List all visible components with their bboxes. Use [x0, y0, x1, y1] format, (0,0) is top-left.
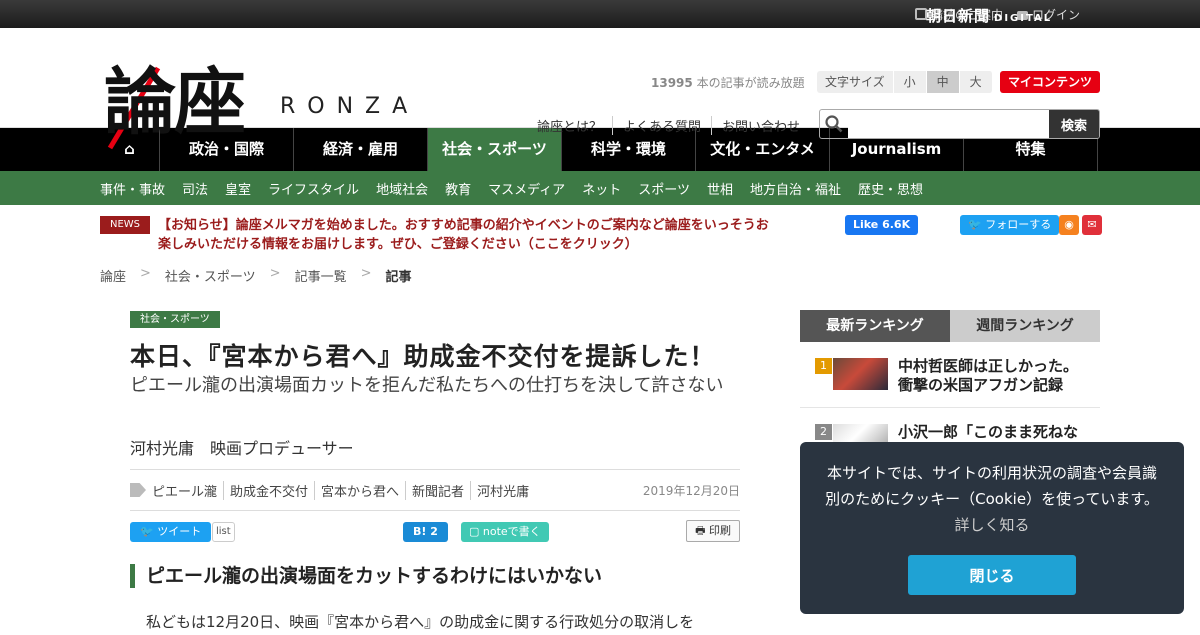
contact-link[interactable]: お問い合わせ [711, 116, 810, 135]
breadcrumb-separator-icon: > [360, 266, 372, 281]
subnav-item[interactable]: ライフスタイル [268, 179, 359, 198]
subnav-item[interactable]: 歴史・思想 [858, 179, 923, 198]
share-bar: 🐦 ツイート list B! 2 ▢ noteで書く 🖶 印刷 [130, 520, 740, 542]
tag-link[interactable]: 新聞記者 [405, 480, 470, 500]
subnav-item[interactable]: ネット [582, 179, 621, 198]
subnav-item[interactable]: 世相 [707, 179, 733, 198]
search-input[interactable] [848, 110, 1049, 138]
article-title: 本日、『宮本から君へ』助成金不交付を提訴した！ [130, 342, 716, 371]
font-size-medium-button[interactable]: 中 [926, 71, 960, 93]
section-heading: ピエール瀧の出演場面をカットするわけにはいかない [130, 564, 602, 588]
cookie-text: 本サイトでは、サイトの利用状況の調査や会員識別のためにクッキー（Cookie）を… [825, 464, 1159, 508]
article-subtitle: ピエール瀧の出演場面カットを拒んだ私たちへの仕打ちを決して許さない [130, 375, 724, 396]
cookie-more-link[interactable]: 詳しく知る [954, 516, 1029, 534]
subnav-item[interactable]: 皇室 [225, 179, 251, 198]
gnav-item[interactable]: 経済・雇用 [294, 128, 428, 171]
subnav-item[interactable]: 司法 [182, 179, 208, 198]
tag-link[interactable]: 河村光庸 [470, 480, 535, 500]
article-date: 2019年12月20日 [642, 483, 740, 498]
search-button[interactable]: 検索 [1049, 110, 1099, 138]
asahi-digital-logo[interactable]: 朝日新聞 DIGITAL [926, 5, 1052, 26]
my-contents-button[interactable]: マイコンテンツ [1000, 71, 1101, 93]
hatena-bookmark-button[interactable]: B! 2 [403, 522, 448, 542]
subnav-item[interactable]: スポーツ [638, 179, 690, 198]
breadcrumb-separator-icon: > [140, 266, 151, 281]
article-author[interactable]: 河村光庸 映画プロデューサー [130, 435, 354, 459]
rss-icon[interactable]: ◉ [1059, 215, 1079, 235]
cookie-message: 本サイトでは、サイトの利用状況の調査や会員識別のためにクッキー（Cookie）を… [820, 460, 1164, 538]
twitter-follow-button[interactable]: 🐦 フォローする [960, 215, 1060, 235]
note-label: noteで書く [482, 525, 541, 538]
cookie-banner: 本サイトでは、サイトの利用状況の調査や会員識別のためにクッキー（Cookie）を… [800, 442, 1184, 614]
ranking-item[interactable]: 1 中村哲医師は正しかった。衝撃の米国アフガン記録 [800, 342, 1100, 408]
search-icon [820, 110, 848, 138]
article-tags: ピエール瀧 助成金不交付 宮本から君へ 新聞記者 河村光庸 2019年12月20… [130, 469, 740, 511]
ranking-tabs: 最新ランキング 週間ランキング [800, 310, 1100, 342]
tab-latest-ranking[interactable]: 最新ランキング [800, 310, 950, 342]
faq-link[interactable]: よくある質問 [612, 116, 711, 135]
breadcrumb-home[interactable]: 論座 [100, 266, 126, 285]
twitter-follow-label: フォローする [985, 218, 1052, 231]
news-text[interactable]: 【お知らせ】論座メルマガを始めました。おすすめ記事の紹介やイベントのご案内など論… [158, 216, 780, 254]
article-category[interactable]: 社会・スポーツ [130, 311, 220, 328]
site-logo[interactable]: 論座 [104, 64, 246, 140]
cookie-close-button[interactable]: 閉じる [908, 555, 1076, 595]
breadcrumb-category[interactable]: 社会・スポーツ [165, 266, 256, 285]
news-badge: NEWS [100, 216, 151, 234]
header-links: 論座とは？ よくある質問 お問い合わせ [537, 116, 810, 135]
tweet-label: ツイート [157, 525, 202, 538]
subnav-item[interactable]: 地域社会 [376, 179, 428, 198]
breadcrumb-current: 記事 [385, 270, 412, 285]
mail-icon[interactable]: ✉ [1082, 215, 1102, 235]
subnav-item[interactable]: 教育 [445, 179, 471, 198]
top-bar: 購読のご案内 ログイン 朝日新聞 DIGITAL [0, 0, 1200, 28]
subnav-item[interactable]: マスメディア [488, 179, 565, 198]
font-size-label: 文字サイズ [817, 71, 894, 93]
ranking-title[interactable]: 中村哲医師は正しかった。衝撃の米国アフガン記録 [898, 357, 1088, 395]
font-size-large-button[interactable]: 大 [959, 71, 993, 93]
tag-icon [130, 483, 146, 497]
font-size-selector: 文字サイズ 小 中 大 [817, 71, 993, 93]
tag-link[interactable]: 宮本から君へ [314, 480, 405, 500]
ranking-number: 1 [815, 358, 832, 374]
subnav-item[interactable]: 地方自治・福祉 [750, 179, 841, 198]
ranking-thumbnail [833, 358, 888, 390]
site-header: 論座 RONZA 13995 本の記事が読み放題 文字サイズ 小 中 大 マイコ… [0, 28, 1200, 150]
tag-link[interactable]: ピエール瀧 [148, 481, 223, 500]
subnav-item[interactable]: 事件・事故 [100, 179, 165, 198]
facebook-like-button[interactable]: Like 6.6K [845, 215, 919, 235]
article: 社会・スポーツ 本日、『宮本から君へ』助成金不交付を提訴した！ ピエール瀧の出演… [100, 295, 770, 635]
search-box: 検索 [819, 109, 1100, 139]
tweet-button[interactable]: 🐦 ツイート [130, 522, 212, 542]
print-button[interactable]: 🖶 印刷 [686, 520, 740, 542]
tab-weekly-ranking[interactable]: 週間ランキング [950, 310, 1100, 342]
printer-icon: 🖶 [695, 524, 706, 537]
about-link[interactable]: 論座とは？ [537, 116, 612, 135]
twitter-list-button[interactable]: list [212, 522, 235, 542]
site-logo-sub: RONZA [280, 94, 420, 119]
tag-link[interactable]: 助成金不交付 [223, 480, 314, 500]
article-body: 私どもは12月20日、映画『宮本から君へ』の助成金に関する行政処分の取消しを [146, 613, 695, 631]
font-size-small-button[interactable]: 小 [893, 71, 927, 93]
breadcrumb-separator-icon: > [269, 266, 281, 281]
breadcrumb-list[interactable]: 記事一覧 [295, 266, 347, 285]
note-button[interactable]: ▢ noteで書く [461, 522, 549, 542]
breadcrumb: 論座 > 社会・スポーツ > 記事一覧 > 記事 [100, 266, 412, 285]
news-announcement[interactable]: NEWS 【お知らせ】論座メルマガを始めました。おすすめ記事の紹介やイベントのご… [100, 216, 780, 254]
ranking-number: 2 [815, 424, 832, 440]
print-label: 印刷 [709, 524, 731, 537]
sub-nav: 事件・事故 司法 皇室 ライフスタイル 地域社会 教育 マスメディア ネット ス… [0, 171, 1200, 205]
read-count: 13995 本の記事が読み放題 [651, 76, 805, 90]
